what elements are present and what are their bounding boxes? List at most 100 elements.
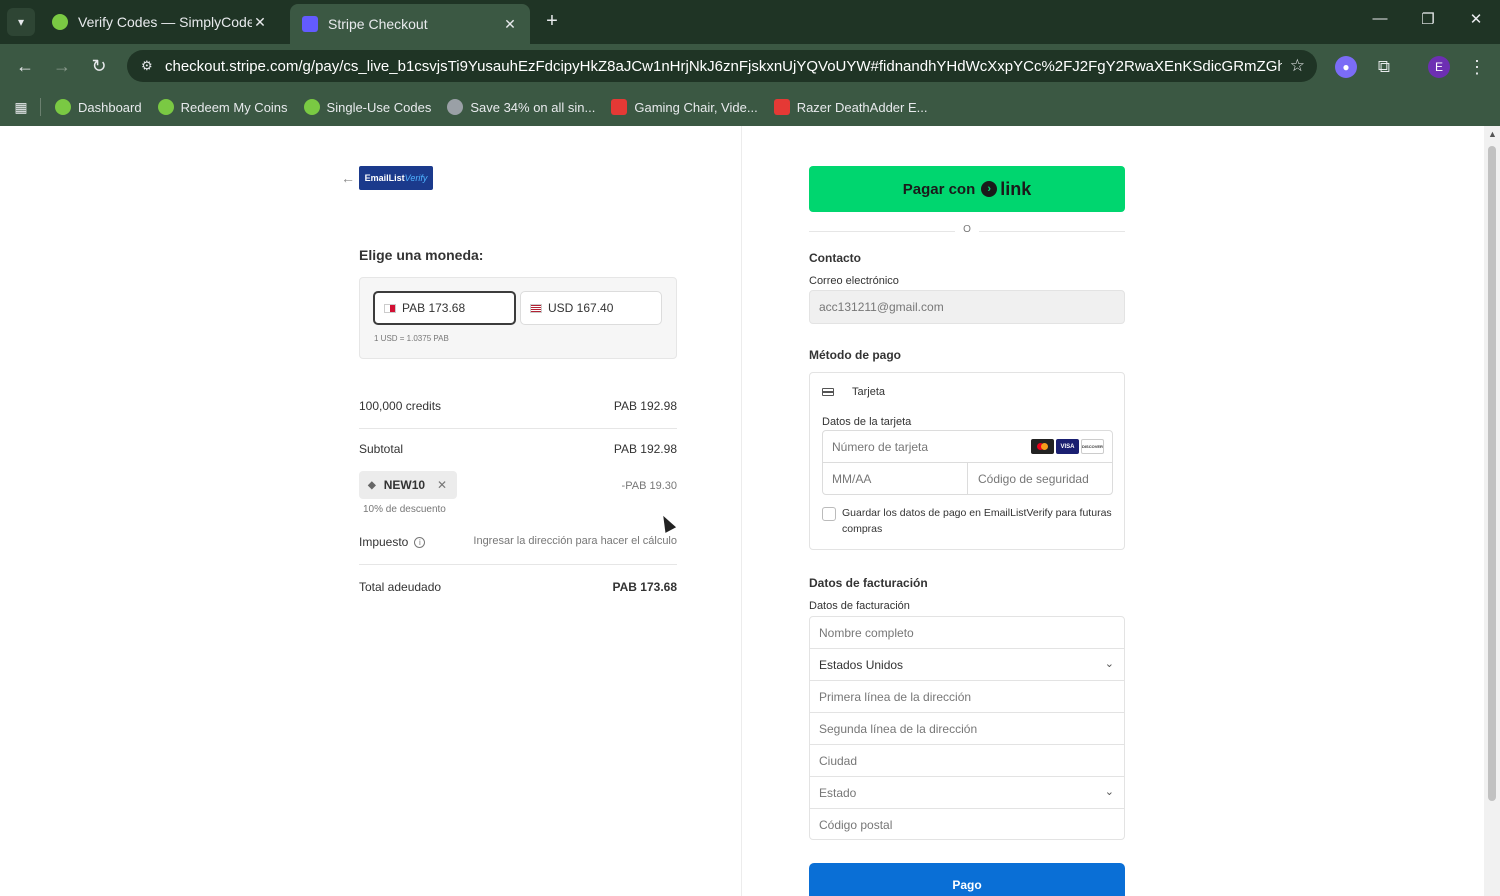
tab-title: Verify Codes — SimplyCodes [78,14,252,30]
address-line1-input[interactable]: Primera línea de la dirección [810,681,1124,713]
currency-option-usd[interactable]: USD 167.40 [520,291,662,325]
tag-icon: ◆ [368,479,376,491]
card-number-placeholder: Número de tarjeta [832,439,929,454]
minimize-icon[interactable]: — [1368,10,1392,27]
bookmark-gaming-chair[interactable]: Gaming Chair, Vide... [611,99,758,115]
card-number-input[interactable]: Número de tarjeta VISA DISCOVER [823,431,1112,463]
forward-icon[interactable]: → [50,55,74,77]
bookmark-razer[interactable]: Razer DeathAdder E... [773,99,928,115]
bookmark-star-icon[interactable]: ☆ [1290,56,1305,76]
card-data-label: Datos de la tarjeta [822,416,912,428]
extension-icon[interactable]: ● [1335,56,1357,78]
mastercard-icon [1031,439,1054,454]
tax-note: Ingresar la dirección para hacer el cálc… [473,535,677,547]
site-info-icon[interactable]: ⚙ [141,58,159,74]
line-item-amount: PAB 192.98 [613,399,677,413]
line-item: 100,000 credits PAB 192.98 [359,399,677,413]
apps-grid-icon[interactable]: ▦ [12,98,30,116]
reload-icon[interactable]: ↻ [87,55,111,77]
link-arrow-icon: › [981,181,998,197]
scroll-up-icon[interactable]: ▲ [1488,129,1497,139]
back-icon[interactable]: ← [13,55,37,77]
or-text: O [963,224,971,235]
bookmark-separator [40,98,41,116]
exchange-rate: 1 USD = 1.0375 PAB [374,334,449,343]
scroll-thumb[interactable] [1488,146,1496,801]
simplycodes-icon [303,99,320,115]
url-text[interactable]: checkout.stripe.com/g/pay/cs_live_b1csvj… [165,58,1282,75]
subtotal-row: Subtotal PAB 192.98 [359,442,677,456]
restore-icon[interactable]: ❐ [1416,10,1440,28]
bookmark-redeem-coins[interactable]: Redeem My Coins [157,99,288,115]
mouse-cursor-icon [657,513,677,533]
simplycodes-icon [157,99,174,115]
discount-note: 10% de descuento [363,504,446,515]
billing-title: Datos de facturación [809,576,928,590]
tax-label: Impuesto i [359,535,426,549]
discover-icon: DISCOVER [1081,439,1104,454]
pay-with-link-button[interactable]: Pagar con › link [809,166,1125,212]
window-close-icon[interactable]: ✕ [1464,10,1488,28]
subtotal-amount: PAB 192.98 [613,442,677,456]
panama-flag-icon [384,303,396,313]
new-tab-button[interactable]: + [541,10,563,32]
subtotal-label: Subtotal [359,442,404,456]
card-option[interactable]: Tarjeta [822,386,885,398]
tab-stripe-checkout[interactable]: Stripe Checkout ✕ [290,4,530,44]
bookmark-label: Single-Use Codes [326,99,432,115]
currency-selector: PAB 173.68 USD 167.40 1 USD = 1.0375 PAB [359,277,677,359]
address-line2-input[interactable]: Segunda línea de la dirección [810,713,1124,745]
divider [359,564,677,565]
expiry-input[interactable]: MM/AA [823,463,968,494]
remove-coupon-icon[interactable]: ✕ [437,478,447,492]
bookmark-save-34[interactable]: Save 34% on all sin... [447,99,595,115]
state-select[interactable]: Estado ⌄ [810,777,1124,809]
postal-code-input[interactable]: Código postal [810,809,1124,841]
bookmark-dashboard[interactable]: Dashboard [55,99,142,115]
full-name-input[interactable]: Nombre completo [810,617,1124,649]
divider [359,428,677,429]
simplycodes-icon [52,14,68,30]
close-tab-icon[interactable]: ✕ [502,16,518,33]
shop-icon [611,99,628,115]
logo-text: EmailList [364,173,405,183]
coupon-code: NEW10 [383,478,426,492]
info-icon[interactable]: i [414,536,426,548]
column-divider [741,126,742,896]
profile-avatar[interactable]: E [1428,56,1450,78]
merchant-logo[interactable]: EmailList Verify [359,166,433,190]
cvc-input[interactable]: Código de seguridad [969,463,1114,494]
tab-simplycodes[interactable]: Verify Codes — SimplyCodes ✕ [40,4,280,40]
us-flag-icon [530,303,542,313]
extensions-puzzle-icon[interactable]: ⧉ [1373,56,1395,78]
close-tab-icon[interactable]: ✕ [252,14,268,31]
kebab-menu-icon[interactable]: ⋮ [1466,56,1488,78]
checkout-page: ← EmailList Verify Elige una moneda: PAB … [0,126,1484,896]
link-button-label: Pagar con [902,180,976,198]
total-row: Total adeudado PAB 173.68 [359,580,677,594]
address-bar[interactable]: ⚙ checkout.stripe.com/g/pay/cs_live_b1cs… [127,50,1317,82]
save-payment-row: Guardar los datos de pago en EmailListVe… [822,507,1112,537]
email-field[interactable]: acc131211@gmail.com [809,290,1125,324]
card-payment-panel: Tarjeta Datos de la tarjeta Número de ta… [809,372,1125,550]
payment-method-title: Método de pago [809,348,901,362]
tab-search-button[interactable]: ▾ [7,8,35,36]
city-input[interactable]: Ciudad [810,745,1124,777]
page-scrollbar[interactable]: ▲ [1484,126,1500,896]
tab-strip: ▾ Verify Codes — SimplyCodes ✕ Stripe Ch… [0,0,1500,44]
save-payment-text: Guardar los datos de pago en EmailListVe… [842,507,1112,535]
country-select[interactable]: Estados Unidos ⌄ [810,649,1124,681]
credit-card-icon [822,388,834,396]
pay-button[interactable]: Pago [809,863,1125,896]
bookmark-label: Dashboard [78,99,142,115]
shop-icon [773,99,790,115]
bookmark-single-use-codes[interactable]: Single-Use Codes [303,99,432,115]
bookmarks-bar: ▦ Dashboard Redeem My Coins Single-Use C… [0,88,1500,126]
country-value: Estados Unidos [819,657,904,672]
currency-option-pab[interactable]: PAB 173.68 [373,291,516,325]
save-payment-checkbox[interactable] [822,507,836,521]
globe-icon [447,99,464,115]
visa-icon: VISA [1056,439,1079,454]
bookmark-label: Razer DeathAdder E... [796,99,928,115]
back-arrow-icon[interactable]: ← [341,170,355,186]
